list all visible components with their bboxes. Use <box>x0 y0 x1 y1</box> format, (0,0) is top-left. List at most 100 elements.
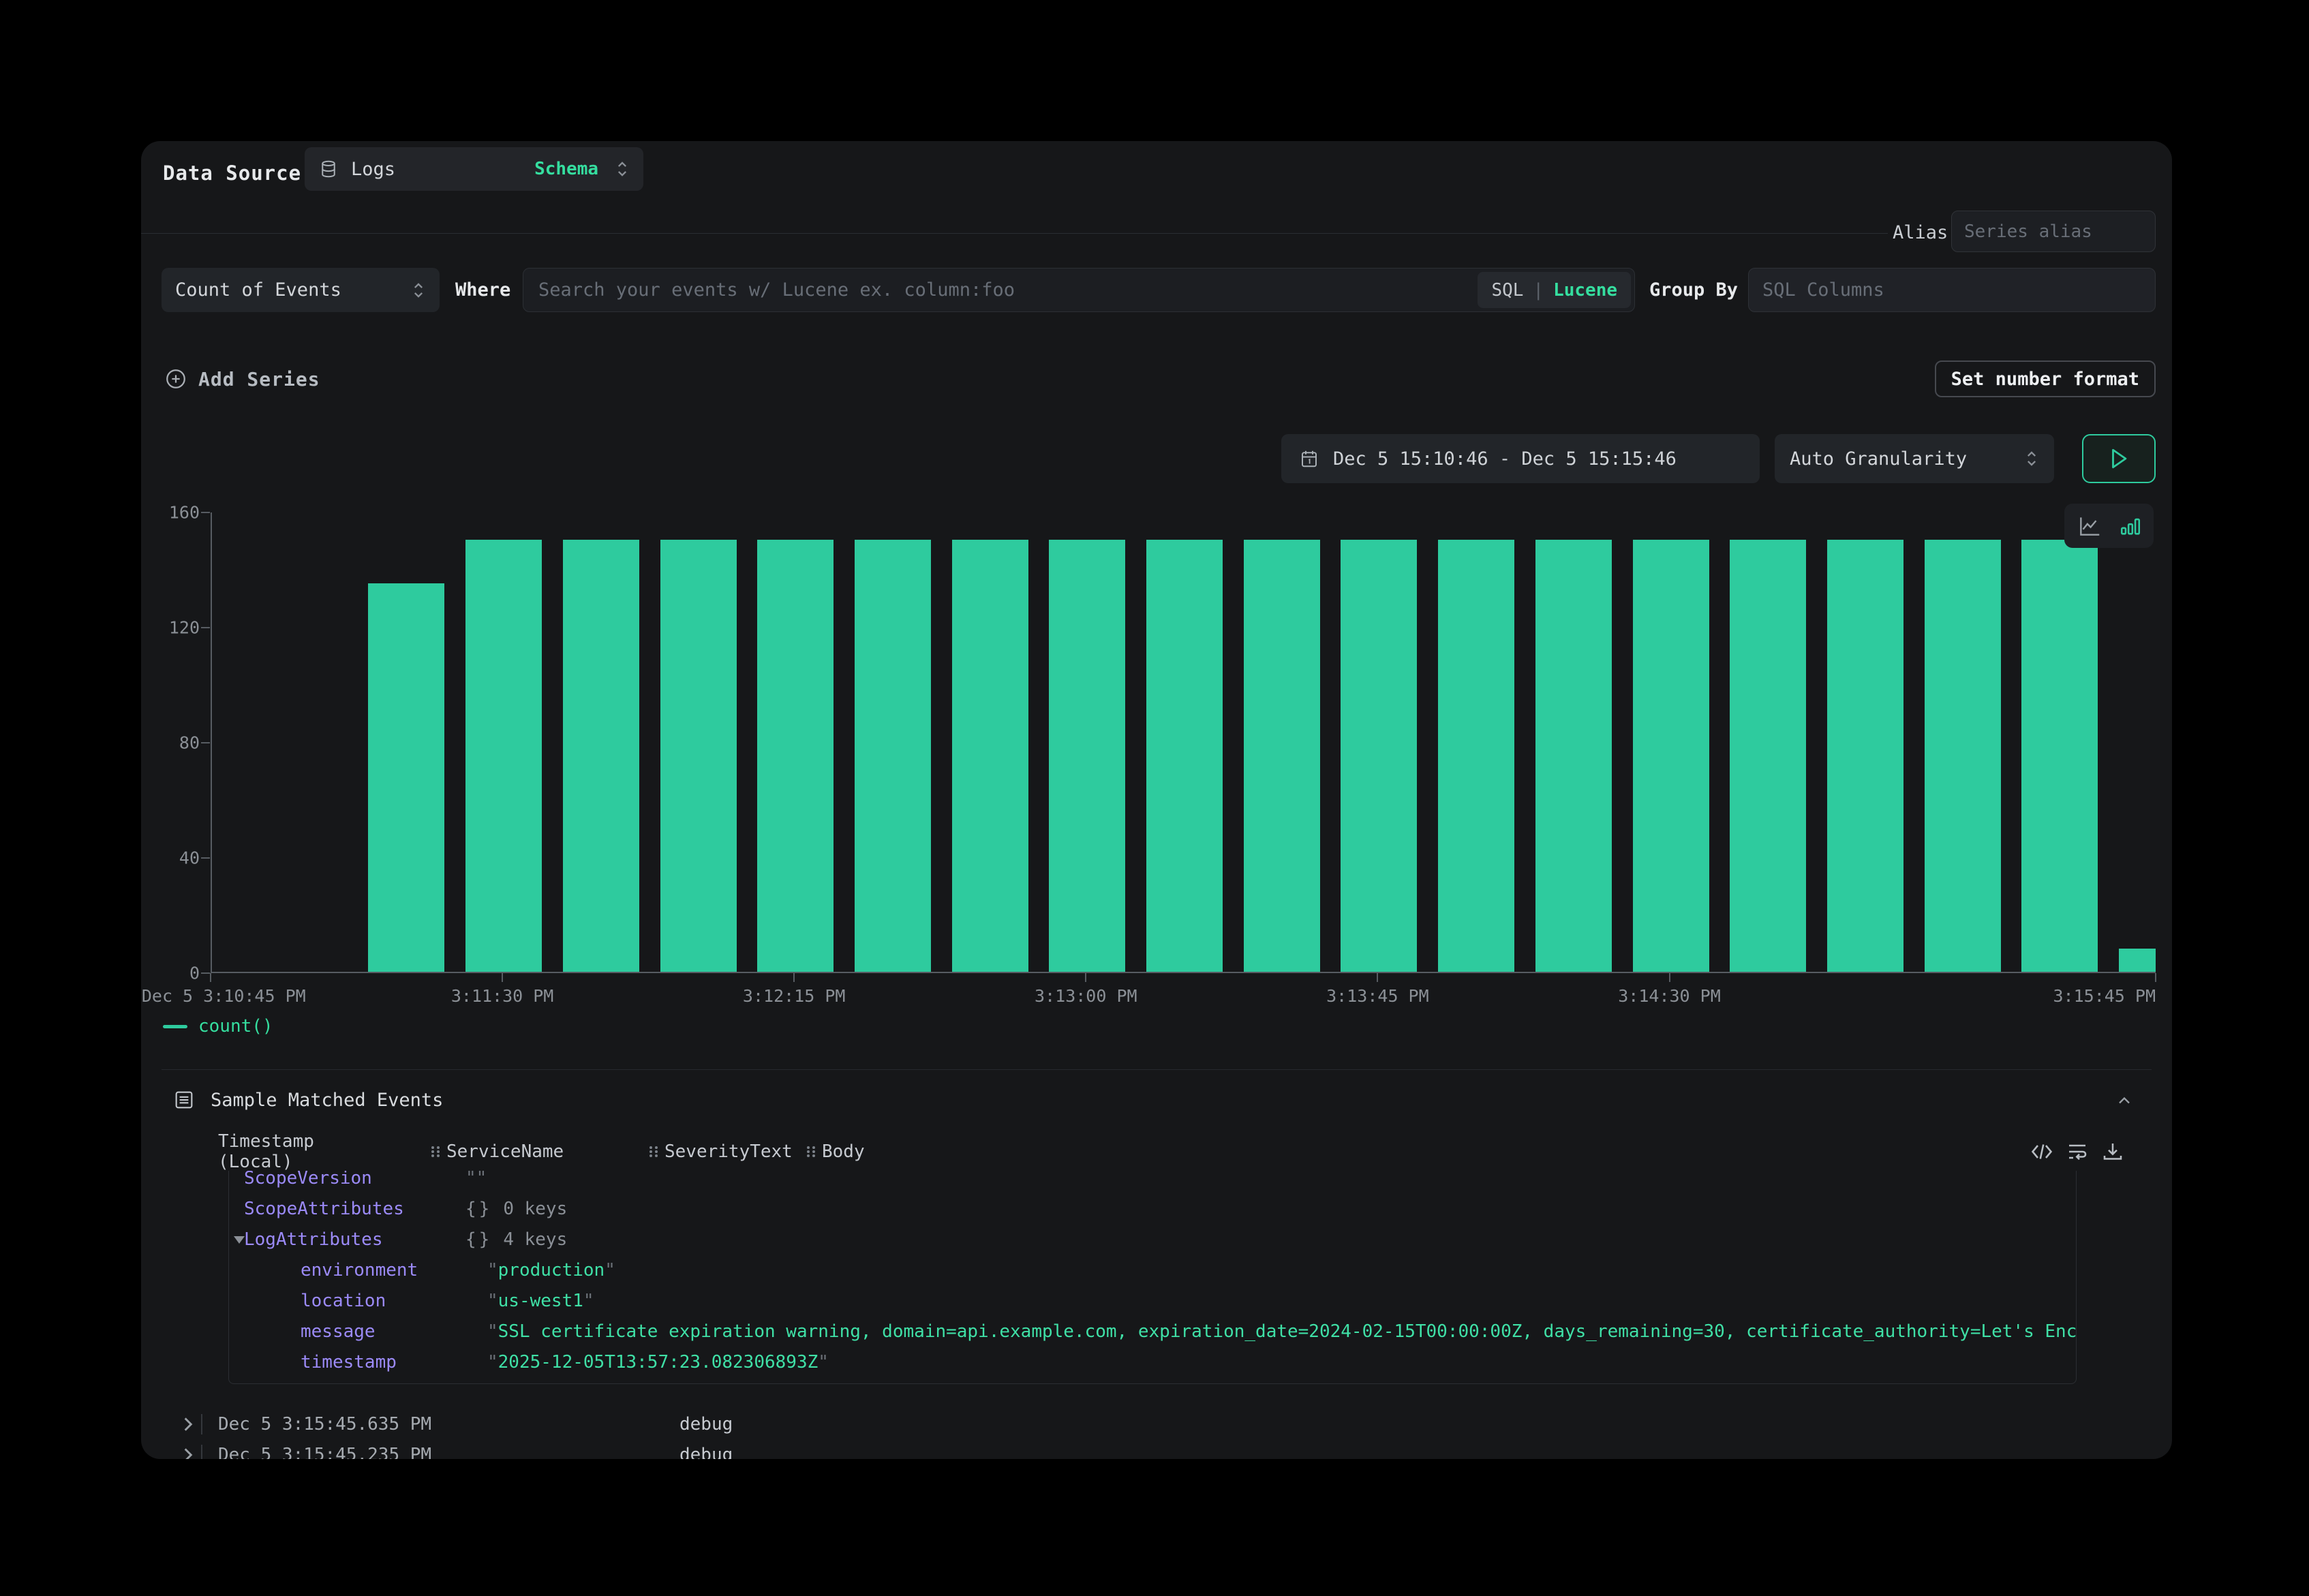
quote: " <box>487 1260 498 1280</box>
chevron-updown-icon <box>615 160 630 178</box>
quote: " <box>583 1291 594 1311</box>
chart-bar <box>952 540 1028 972</box>
run-query-button[interactable] <box>2082 434 2156 483</box>
language-sql[interactable]: SQL <box>1491 280 1523 301</box>
column-header-body[interactable]: Body <box>807 1137 865 1166</box>
event-severity: debug <box>679 1441 733 1459</box>
granularity-select[interactable]: Auto Granularity <box>1775 434 2054 483</box>
time-range-value: Dec 5 15:10:46 - Dec 5 15:15:46 <box>1333 448 1677 470</box>
expander-triangle-icon[interactable] <box>234 1236 245 1244</box>
y-axis-tick-label: 0 <box>141 964 200 983</box>
json-key: timestamp <box>301 1352 487 1372</box>
chart-bar <box>1341 540 1417 972</box>
bar-chart-icon[interactable] <box>2119 515 2142 538</box>
drag-handle-icon[interactable] <box>431 1146 440 1157</box>
chart-bar <box>660 540 737 972</box>
event-row[interactable]: Dec 5 3:15:45.235 PM debug <box>141 1441 2172 1459</box>
event-detail-panel[interactable]: ScopeVersion "" ScopeAttributes {} 0 key… <box>228 1171 2077 1384</box>
chart-bar <box>2119 949 2156 972</box>
object-summary: 0 keys <box>503 1199 567 1219</box>
json-key: location <box>301 1291 487 1311</box>
language-separator: | <box>1533 280 1544 301</box>
chart-bar <box>2021 540 2098 972</box>
divider <box>162 1069 2152 1070</box>
json-key: ScopeAttributes <box>244 1199 465 1219</box>
schema-link[interactable]: Schema <box>534 159 598 179</box>
data-source-value: Logs <box>351 159 522 180</box>
x-axis-tick-label: Dec 5 3:10:45 PM <box>142 986 306 1006</box>
chart-type-toggle <box>2064 504 2154 548</box>
json-value: us-west1 <box>498 1291 583 1311</box>
object-braces-icon: {} <box>465 1229 492 1250</box>
group-by-input[interactable] <box>1748 268 2156 312</box>
y-axis-tick-label: 120 <box>141 618 200 638</box>
chart-legend: count() <box>163 1016 273 1037</box>
x-axis-tick <box>2155 973 2156 982</box>
column-header-timestamp[interactable]: Timestamp (Local) <box>218 1137 314 1166</box>
quote: " <box>487 1321 498 1342</box>
aggregate-select[interactable]: Count of Events <box>162 268 440 312</box>
code-view-button[interactable] <box>2028 1137 2056 1166</box>
chevron-up-icon <box>2115 1091 2134 1110</box>
json-row-environment[interactable]: environment "production" <box>229 1255 2076 1285</box>
chart-bar <box>1730 540 1806 972</box>
json-tree: ScopeVersion "" ScopeAttributes {} 0 key… <box>229 1171 2076 1377</box>
bar-chart <box>211 512 2156 973</box>
alias-input[interactable] <box>1951 211 2156 252</box>
search-input[interactable] <box>523 279 1474 301</box>
group-by-label: Group By <box>1649 268 1738 312</box>
column-label: Body <box>822 1141 865 1162</box>
object-summary: 4 keys <box>503 1229 567 1250</box>
y-axis-tick-label: 40 <box>141 848 200 868</box>
x-axis-tick-label: 3:13:00 PM <box>1035 986 1137 1006</box>
event-row[interactable]: Dec 5 3:15:45.635 PM debug <box>141 1411 2172 1438</box>
download-button[interactable] <box>2098 1137 2127 1166</box>
search-field: SQL | Lucene <box>523 268 1635 312</box>
json-row-scopeversion[interactable]: ScopeVersion "" <box>229 1171 2076 1193</box>
line-chart-icon[interactable] <box>2077 513 2102 539</box>
quote: " <box>487 1352 498 1372</box>
json-row-logattributes[interactable]: LogAttributes {} 4 keys <box>229 1224 2076 1255</box>
language-toggle[interactable]: SQL | Lucene <box>1478 272 1631 308</box>
time-range-picker[interactable]: Dec 5 15:10:46 - Dec 5 15:15:46 <box>1281 434 1760 483</box>
drag-handle-icon[interactable] <box>649 1146 658 1157</box>
x-axis-tick-label: 3:14:30 PM <box>1618 986 1721 1006</box>
calendar-icon <box>1299 448 1319 469</box>
json-key: message <box>301 1321 487 1342</box>
add-series-label: Add Series <box>198 368 320 390</box>
x-axis-tick-label: 3:15:45 PM <box>2053 986 2156 1006</box>
chart-bar <box>1438 540 1514 972</box>
y-axis-tick <box>201 742 210 743</box>
data-source-select[interactable]: Logs Schema <box>305 147 643 191</box>
language-lucene[interactable]: Lucene <box>1553 280 1617 301</box>
quote: " <box>605 1260 615 1280</box>
column-label: SeverityText <box>664 1141 793 1162</box>
collapse-section-button[interactable] <box>2111 1087 2138 1114</box>
x-axis-tick-label: 3:13:45 PM <box>1326 986 1429 1006</box>
set-number-format-button[interactable]: Set number format <box>1935 360 2156 397</box>
legend-label: count() <box>198 1016 273 1037</box>
column-header-servicename[interactable]: ServiceName <box>431 1137 564 1166</box>
chevron-right-icon[interactable] <box>180 1415 196 1433</box>
chevron-updown-icon <box>411 281 426 299</box>
x-axis-tick <box>502 973 503 982</box>
json-key: ScopeVersion <box>244 1171 465 1188</box>
add-series-button[interactable]: Add Series <box>164 360 320 397</box>
chart-bar <box>1146 540 1223 972</box>
column-header-severitytext[interactable]: SeverityText <box>649 1137 793 1166</box>
event-timestamp: Dec 5 3:15:45.635 PM <box>218 1411 431 1438</box>
chart-bar <box>465 540 542 972</box>
y-axis-tick-label: 160 <box>141 503 200 523</box>
chart-bar <box>368 583 444 972</box>
json-row-message[interactable]: message "SSL certificate expiration warn… <box>229 1316 2076 1347</box>
query-builder-panel: Data Source Logs Schema Alias Count of E… <box>141 141 2172 1459</box>
json-row-location[interactable]: location "us-west1" <box>229 1285 2076 1316</box>
drag-handle-icon[interactable] <box>807 1146 815 1157</box>
json-row-timestamp[interactable]: timestamp "2025-12-05T13:57:23.082306893… <box>229 1347 2076 1377</box>
json-key: LogAttributes <box>244 1229 465 1250</box>
play-icon <box>2109 447 2129 470</box>
json-row-scopeattributes[interactable]: ScopeAttributes {} 0 keys <box>229 1193 2076 1224</box>
chart-bar <box>757 540 834 972</box>
wrap-text-button[interactable] <box>2063 1137 2092 1166</box>
chevron-right-icon[interactable] <box>180 1446 196 1459</box>
